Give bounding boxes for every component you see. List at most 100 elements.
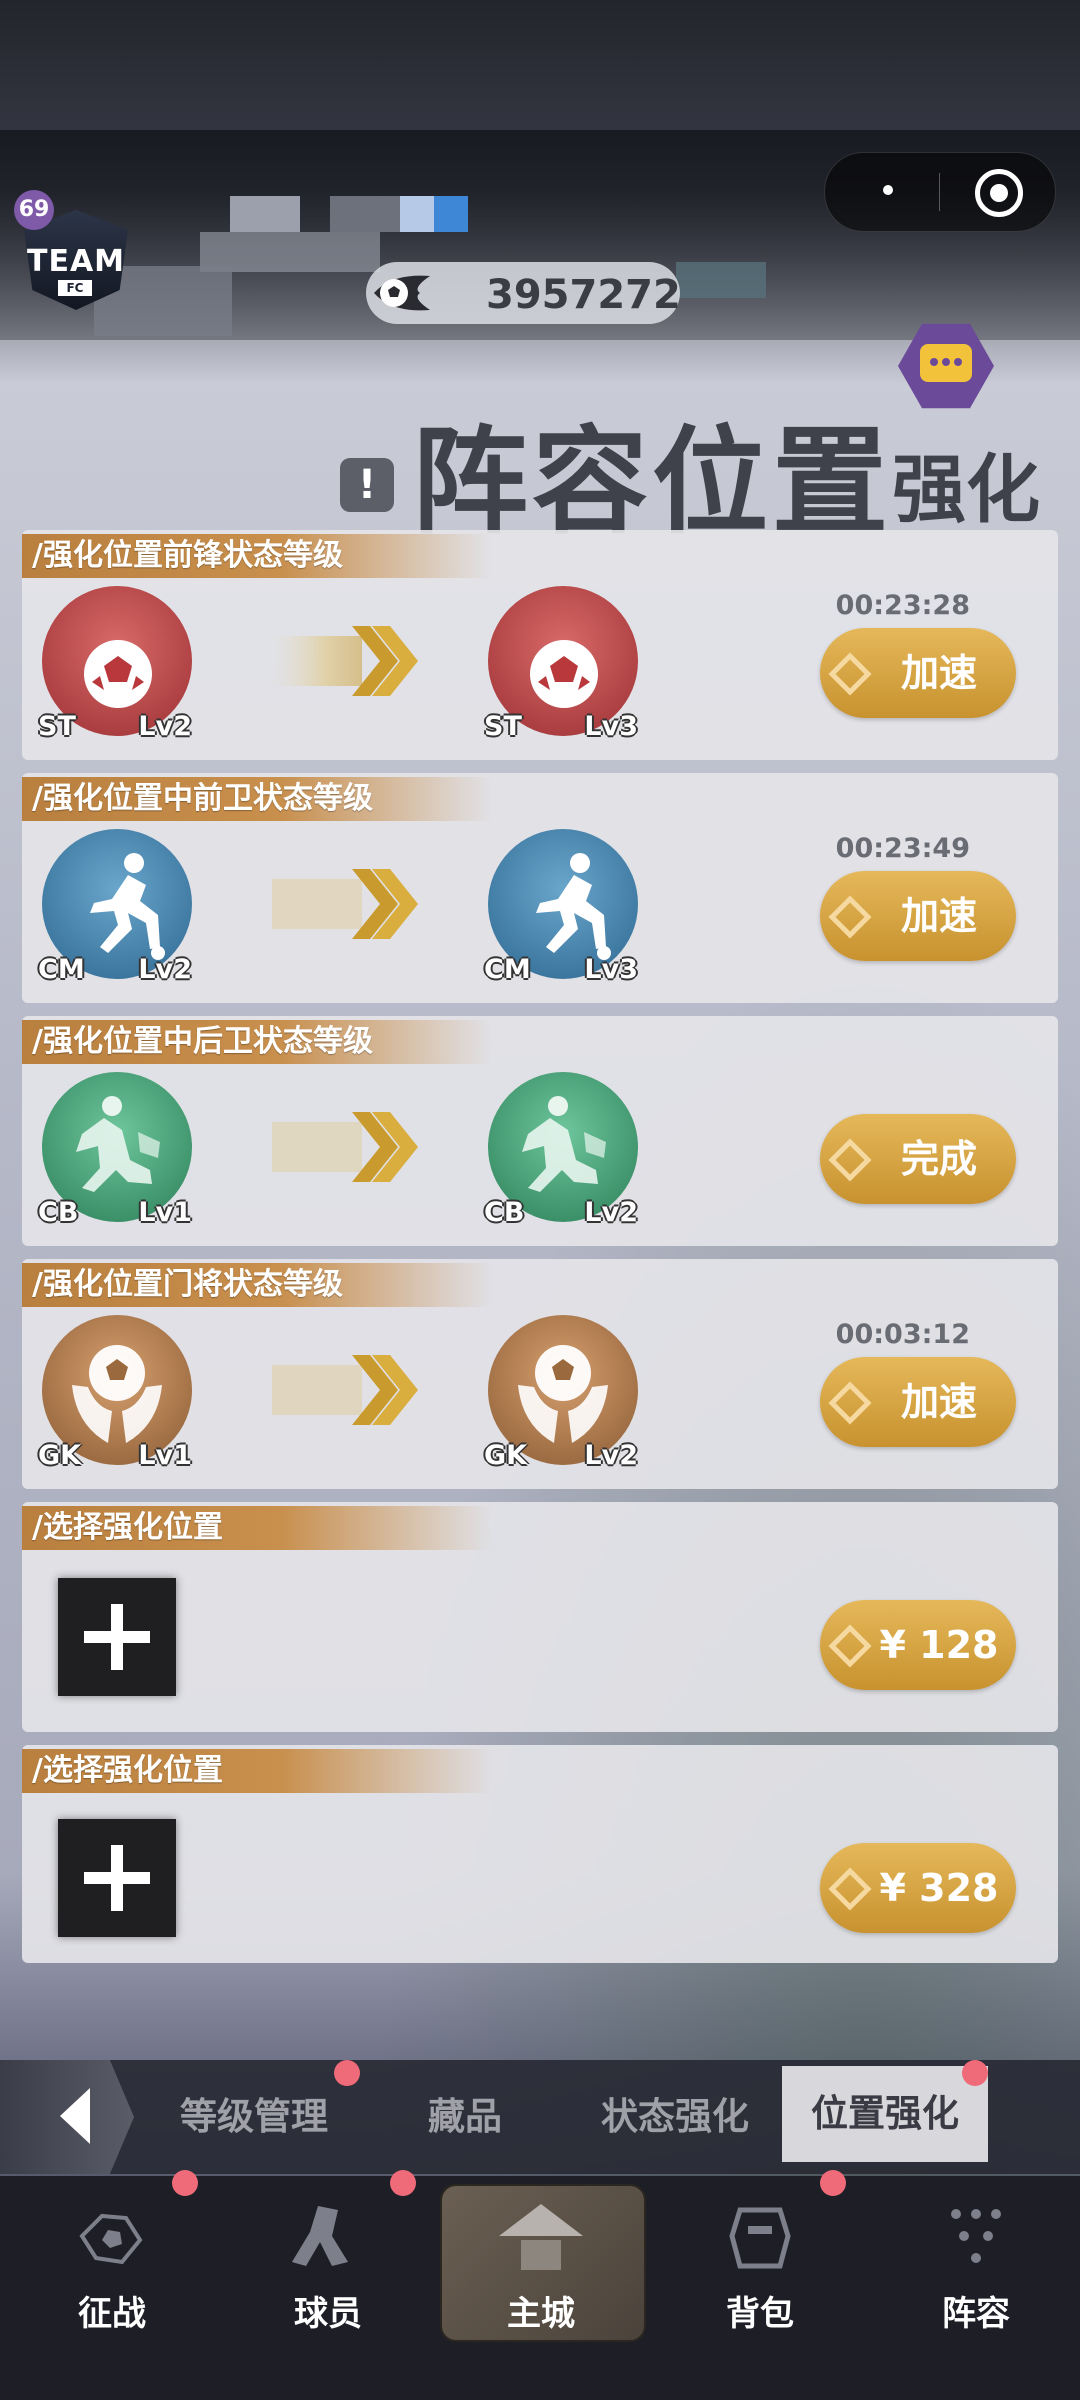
more-icon[interactable] [883,185,893,195]
position-level: Lv2 [138,954,192,985]
diamond-icon [828,1624,872,1668]
price-label: ¥ 128 [879,1623,999,1667]
upgrade-card-st: /强化位置前锋状态等级 ST Lv2 ST Lv3 00:23:28 加速 [22,530,1058,760]
notification-dot [390,2170,416,2196]
tab-level-management[interactable]: 等级管理 [164,2060,344,2174]
soccer-ball-coin-icon [374,275,430,311]
empty-slot-card: /选择强化位置 ¥ 128 [22,1502,1058,1732]
add-position-button[interactable] [58,1578,176,1696]
nav-backpack[interactable]: 背包 [660,2176,860,2336]
notification-dot [962,2060,988,2086]
card-title: /选择强化位置 [32,1510,223,1545]
bottom-navigation: 征战 球员 主城 背包 阵容 [0,2170,1080,2400]
position-icon-from: GK Lv1 [38,1315,192,1471]
position-level: Lv2 [584,1197,638,1228]
position-code: CM [38,954,85,985]
position-level: Lv3 [584,711,638,742]
card-title: /强化位置中后卫状态等级 [32,1024,373,1059]
obscured-name-block [230,196,300,232]
player-nav-icon [292,2206,348,2266]
obscured-name-block [330,196,400,232]
tab-collection[interactable]: 藏品 [400,2060,530,2174]
complete-label: 完成 [900,1137,977,1181]
position-icon-from: CB Lv1 [38,1072,192,1228]
upgrade-card-cm: /强化位置中前卫状态等级 CM Lv2 CM Lv3 00:23:49 加速 [22,773,1058,1003]
nav-label: 征战 [78,2294,146,2334]
upgrade-arrow-icon [272,1355,418,1425]
position-code: GK [38,1440,82,1471]
position-level: Lv2 [138,711,192,742]
nav-main-city[interactable]: 主城 [441,2176,641,2336]
mini-program-capsule[interactable] [824,152,1056,232]
tab-position-upgrade[interactable]: 位置强化 [782,2066,988,2162]
countdown-timer: 00:23:28 [835,590,970,621]
position-code: ST [38,711,76,742]
nav-label: 球员 [294,2294,362,2334]
position-code: ST [484,711,522,742]
position-code: CM [484,954,531,985]
notification-dot [334,2060,360,2086]
notification-dot [172,2170,198,2196]
speed-up-label: 加速 [900,894,977,938]
sub-navigation: 等级管理 藏品 状态强化 位置强化 [0,2060,1080,2174]
page-title-suffix: 强化 [892,447,1040,533]
diamond-icon [828,652,872,696]
diamond-icon [828,1867,872,1911]
position-icon-to: ST Lv3 [484,586,638,742]
speed-up-label: 加速 [900,651,977,695]
close-target-icon[interactable] [975,169,1023,217]
tab-status-upgrade[interactable]: 状态强化 [580,2060,770,2174]
speed-up-button[interactable]: 加速 [820,628,1016,718]
nav-players[interactable]: 球员 [228,2176,428,2336]
card-title: /选择强化位置 [32,1753,223,1788]
team-fc-label: FC [58,280,92,296]
upgrade-card-cb: /强化位置中后卫状态等级 CB Lv1 CB Lv2 完成 [22,1016,1058,1246]
position-icon-from: ST Lv2 [38,586,192,742]
nav-campaign[interactable]: 征战 [12,2176,212,2336]
diamond-icon [828,1381,872,1425]
position-level: Lv1 [138,1197,192,1228]
price-label: ¥ 328 [879,1866,999,1910]
purchase-slot-button[interactable]: ¥ 128 [820,1600,1016,1690]
back-arrow-icon[interactable] [0,2060,134,2174]
diamond-icon [828,1138,872,1182]
obscured-name-block [434,196,468,232]
position-code: CB [38,1197,79,1228]
house-nav-icon [499,2204,583,2270]
info-icon[interactable]: ! [340,458,394,512]
lineup-nav-icon [951,2209,1001,2263]
position-icon-to: GK Lv2 [484,1315,638,1471]
nav-lineup[interactable]: 阵容 [876,2176,1076,2336]
team-level-badge: 69 [14,190,54,230]
team-logo[interactable]: 69 TEAM FC [14,190,132,320]
position-level: Lv3 [584,954,638,985]
position-code: CB [484,1197,525,1228]
upgrade-arrow-icon [272,869,418,939]
position-code: GK [484,1440,528,1471]
position-level: Lv2 [584,1440,638,1471]
countdown-timer: 00:03:12 [835,1319,970,1350]
speed-up-button[interactable]: 加速 [820,871,1016,961]
speed-up-button[interactable]: 加速 [820,1357,1016,1447]
nav-label: 背包 [726,2294,794,2334]
position-icon-from: CM Lv2 [38,829,192,985]
purchase-slot-button[interactable]: ¥ 328 [820,1843,1016,1933]
notification-dot [820,2170,846,2196]
team-name: TEAM [26,244,126,279]
upgrade-arrow-icon [272,1112,418,1182]
coin-value: 3957272 [486,272,681,318]
upgrade-arrow-icon [272,626,418,696]
position-icon-to: CM Lv3 [484,829,638,985]
backpack-nav-icon [729,2207,791,2269]
upgrade-card-gk: /强化位置门将状态等级 GK Lv1 GK Lv2 00:03:12 加速 [22,1259,1058,1489]
position-level: Lv1 [138,1440,192,1471]
chat-button[interactable] [898,318,998,418]
speed-up-label: 加速 [900,1380,977,1424]
nav-label: 主城 [507,2294,575,2334]
chat-bubble-icon [920,344,972,382]
complete-button[interactable]: 完成 [820,1114,1016,1204]
add-position-button[interactable] [58,1819,176,1937]
card-title: /强化位置门将状态等级 [32,1267,343,1302]
obscured-name-block [676,262,766,298]
diamond-icon [828,895,872,939]
